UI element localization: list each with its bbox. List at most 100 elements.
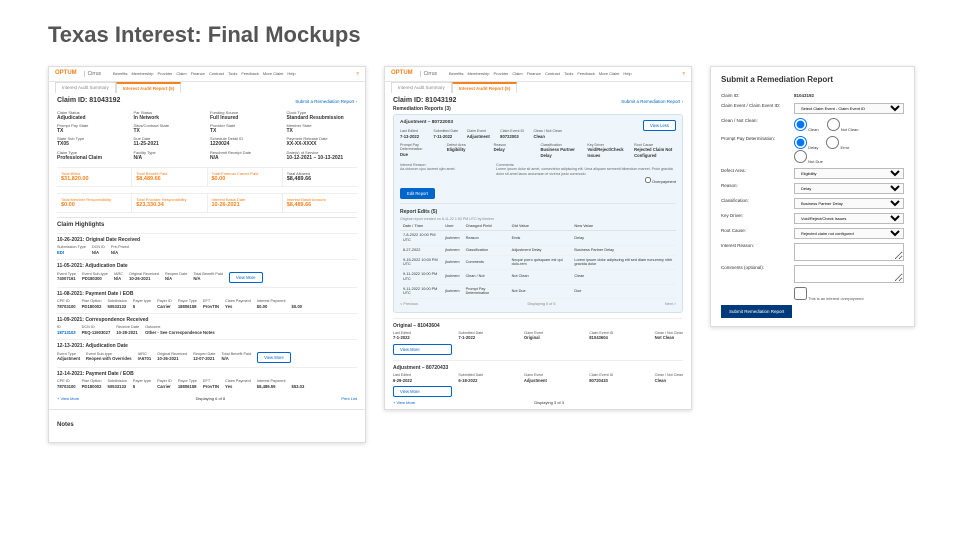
nav-item[interactable]: Feedback	[241, 71, 259, 76]
tab-report[interactable]: Interest Audit Report (5)	[452, 82, 517, 94]
edit-report-button[interactable]: Edit Report	[400, 188, 435, 199]
pager-prev[interactable]: < Previous	[400, 302, 418, 307]
view-more-button[interactable]: View More	[257, 352, 291, 363]
hl-field-value: 12-07-2021	[193, 356, 215, 361]
tab-summary[interactable]: Interest Audit Summary	[391, 82, 452, 94]
view-more-button[interactable]: View More	[393, 344, 452, 355]
table-cell: Not Clean	[509, 270, 572, 284]
hl-field-value[interactable]: 18713103	[57, 330, 76, 335]
table-cell: jkohnem	[442, 231, 462, 245]
table-cell: 7-8-2022 10:00 PM UTC	[400, 231, 442, 245]
nav-item[interactable]: Provider	[493, 71, 508, 76]
total-value: $31,820.00	[61, 176, 127, 183]
view-more-button[interactable]: View More	[229, 272, 263, 283]
total-value: $8,489.66	[136, 176, 202, 183]
ir-label: Interest Reason:	[721, 243, 791, 249]
nav-item[interactable]: Tools	[228, 71, 237, 76]
overpayment-checkbox[interactable]	[645, 177, 651, 183]
nav-item[interactable]: Membership	[467, 71, 489, 76]
comments-textarea[interactable]	[794, 265, 904, 283]
nav-item[interactable]: More Claim	[263, 71, 283, 76]
not-clean-radio[interactable]: Not Clean	[827, 118, 859, 132]
submit-remediation-link[interactable]: Submit a Remediation Report ›	[295, 99, 357, 105]
field-value: 11-25-2021	[134, 141, 205, 147]
nav-item[interactable]: Claim	[176, 71, 186, 76]
nav-item[interactable]: Contract	[545, 71, 560, 76]
field-value: Adjustment	[524, 378, 583, 383]
table-cell: Comments	[463, 255, 509, 269]
display-count: Displaying 3 of 3	[534, 400, 564, 405]
nav-item[interactable]: Help	[623, 71, 631, 76]
help-icon[interactable]: ?	[682, 71, 685, 77]
highlight-heading: 12-14-2021: Payment Date / EOB	[57, 371, 357, 377]
form-reason-label: Reason:	[721, 183, 791, 189]
table-row: 9-11-2022 10:00 PM UTCjkohnemPrompt Pay …	[400, 284, 676, 298]
nav-item[interactable]: Finance	[191, 71, 205, 76]
clean-radio[interactable]: Clean	[794, 118, 819, 132]
nav-item[interactable]: Claim	[512, 71, 522, 76]
view-more-link[interactable]: + View More	[57, 396, 79, 401]
table-cell: Clean	[571, 270, 676, 284]
view-more-link[interactable]: + View More	[393, 400, 415, 405]
nav-item[interactable]: Benefits	[449, 71, 463, 76]
nav-item[interactable]: More Claim	[599, 71, 619, 76]
highlight-heading: 11-09-2021: Correspondence Received	[57, 317, 357, 323]
nav-item[interactable]: Benefits	[113, 71, 127, 76]
field-value: 10-12-2021 – 10-13-2021	[287, 155, 358, 161]
report-edits-table: Date / TimeUserChanged FieldOld ValueNew…	[400, 222, 676, 299]
mockup-row: OPTUM Cirrus Benefits Membership Provide…	[0, 48, 960, 443]
tab-report[interactable]: Interest Audit Report (5)	[116, 82, 181, 94]
comments-form-label: Comments (optional):	[721, 265, 791, 271]
ir-textarea[interactable]	[794, 243, 904, 261]
submit-remediation-link[interactable]: Submit a Remediation Report ›	[621, 99, 683, 105]
brand-cirrus: Cirrus	[420, 71, 437, 77]
nav-item[interactable]: Membership	[131, 71, 153, 76]
print-list-link[interactable]: Print List	[341, 396, 357, 401]
ppd-notdue-radio[interactable]: Not Due	[794, 150, 823, 164]
total-value: $23,330.34	[136, 202, 202, 209]
nav-item[interactable]: Feedback	[577, 71, 595, 76]
help-icon[interactable]: ?	[356, 71, 359, 77]
root-select[interactable]: Rejected claim not configured	[794, 228, 904, 239]
overpayment-label: Overpayment	[652, 179, 676, 184]
pager-next[interactable]: Next >	[665, 302, 676, 307]
field-value: TX05	[57, 141, 128, 147]
hl-field-value: 5	[133, 304, 151, 309]
pager-display: Displaying 5 of 5	[527, 302, 555, 307]
hl-field-value: N/A	[111, 250, 129, 255]
chevron-right-icon: ›	[356, 99, 358, 104]
field-value: 1220024	[210, 141, 281, 147]
table-cell: jkohnem	[442, 245, 462, 255]
field-value: Full Insured	[210, 115, 281, 121]
nav-item[interactable]: Provider	[157, 71, 172, 76]
hl-field-value[interactable]: EDI	[57, 250, 86, 255]
app-header: OPTUM Cirrus Benefits Membership Provide…	[49, 67, 365, 82]
field-value: Standard Resubmission	[287, 115, 358, 121]
nav-item[interactable]: Finance	[527, 71, 541, 76]
view-less-button[interactable]: View Less	[643, 120, 676, 131]
tab-summary[interactable]: Interest Audit Summary	[55, 82, 116, 94]
nav-item[interactable]: Help	[287, 71, 295, 76]
remediation-card: Adjustment – 80722003 Last Edited7-13-20…	[393, 114, 683, 313]
submit-report-button[interactable]: Submit Remediation Report	[721, 305, 792, 318]
nav-item[interactable]: Contract	[209, 71, 224, 76]
nav-item[interactable]: Tools	[564, 71, 573, 76]
ppd-delay-radio[interactable]: Delay	[794, 136, 818, 150]
original-claim-heading: Original – 81043604	[393, 323, 683, 329]
reason-select[interactable]: Delay	[794, 183, 904, 194]
hl-field-value: 78703100	[57, 304, 76, 309]
view-more-button[interactable]: View More	[393, 386, 452, 397]
field-value: 7-1-2022	[393, 335, 452, 340]
overpayment-form-checkbox[interactable]: This is an interest overpayment	[794, 287, 904, 301]
driver-select[interactable]: Void/Reject/Check Issues	[794, 213, 904, 224]
ppd-label: Prompt Pay Determination:	[721, 136, 791, 142]
field-value: TX	[57, 128, 128, 134]
class-select[interactable]: Business Partner Delay	[794, 198, 904, 209]
ppd-error-radio[interactable]: Error	[826, 136, 849, 150]
field-value: Clean	[655, 378, 683, 383]
field-value: TX	[210, 128, 281, 134]
defect-select[interactable]: Eligibility	[794, 168, 904, 179]
table-cell: jkohnem	[442, 284, 462, 298]
event-id-select[interactable]: Select Claim Event - Claim Event ID	[794, 103, 904, 114]
field-label: Clean / Not Clean	[534, 129, 562, 133]
